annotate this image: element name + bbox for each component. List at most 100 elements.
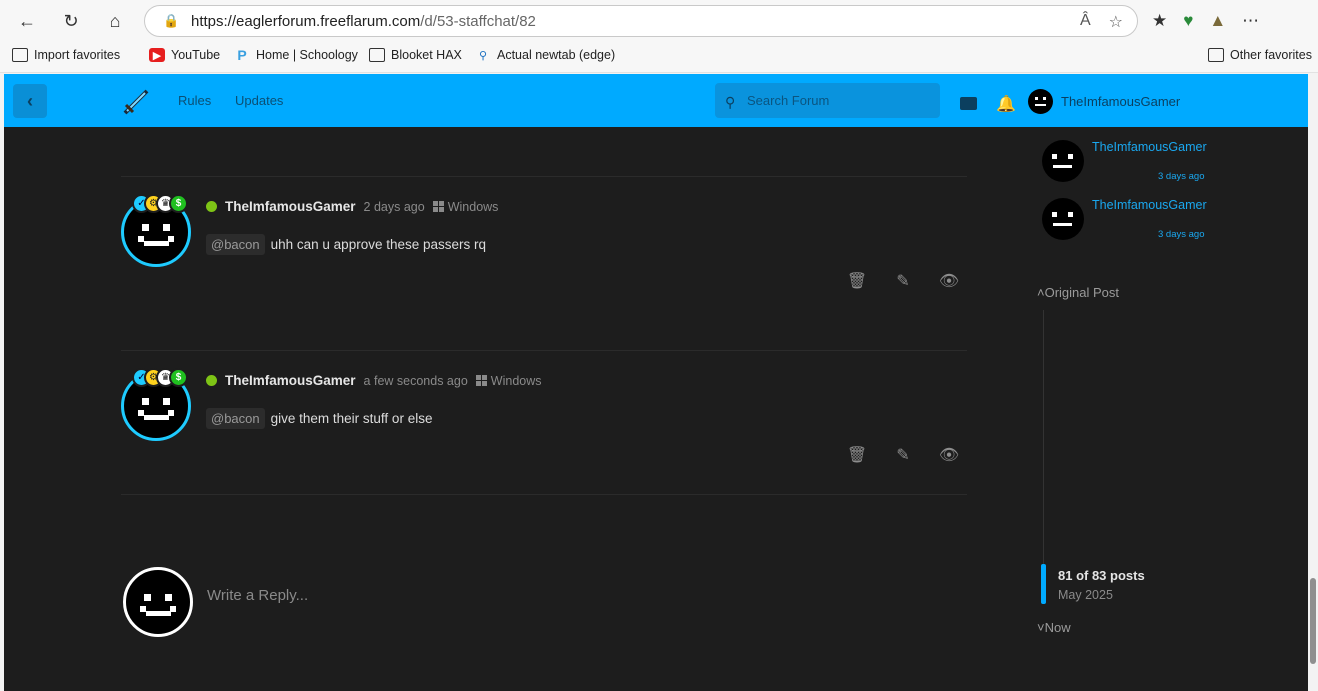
- reply-avatar: [123, 567, 193, 637]
- search-icon: ⚲: [478, 49, 488, 62]
- schoology-icon: P: [237, 47, 247, 63]
- post-text: uhh can u approve these passers rq: [270, 237, 487, 252]
- browser-health-icon[interactable]: ♥: [1183, 11, 1193, 31]
- sword-logo-icon[interactable]: [121, 87, 151, 117]
- os-label: Windows: [490, 373, 542, 388]
- post-author[interactable]: TheImfamousGamer: [225, 373, 356, 388]
- delete-icon[interactable]: 🗑: [847, 446, 867, 464]
- forum-header: ‹ Rules Updates ⚲ 🔔 TheImfamousGamer: [4, 74, 1308, 127]
- bookmark-import-favorites[interactable]: Import favorites: [12, 48, 120, 62]
- search-icon: ⚲: [725, 93, 736, 110]
- post-header: TheImfamousGamer a few seconds ago Windo…: [206, 373, 542, 388]
- home-icon[interactable]: ⌂: [100, 6, 130, 36]
- avatar[interactable]: [1042, 198, 1084, 240]
- delete-icon[interactable]: 🗑: [847, 272, 867, 290]
- now-label: Now: [1044, 620, 1071, 635]
- page-scrollbar[interactable]: [1308, 74, 1318, 691]
- online-status-icon: [206, 201, 217, 212]
- search-input[interactable]: [747, 93, 927, 108]
- folder-icon: [369, 48, 385, 62]
- post-body: @bacon give them their stuff or else: [206, 408, 432, 429]
- post-header: TheImfamousGamer 2 days ago Windows: [206, 199, 498, 214]
- divider: [121, 494, 967, 495]
- bookmark-label: Other favorites: [1230, 48, 1312, 62]
- double-chevron-down-icon: ˅: [1037, 620, 1045, 635]
- url-host: https://eaglerforum.freeflarum.com: [191, 12, 421, 30]
- url-path: /d/53-staffchat/82: [420, 12, 536, 30]
- youtube-icon: ▶: [149, 48, 165, 62]
- favorite-star-icon[interactable]: ☆: [1109, 12, 1123, 32]
- avatar[interactable]: [1042, 140, 1084, 182]
- original-post-link[interactable]: ˄Original Post: [1037, 285, 1119, 300]
- mention-link[interactable]: @bacon: [206, 408, 265, 429]
- reply-input[interactable]: Write a Reply...: [207, 587, 308, 604]
- back-arrow-icon[interactable]: ←: [12, 6, 42, 36]
- address-bar[interactable]: 🔒 https://eaglerforum.freeflarum.com/d/5…: [144, 5, 1138, 37]
- search-box[interactable]: ⚲: [715, 83, 940, 118]
- post-os: Windows: [432, 199, 499, 214]
- lock-icon: 🔒: [163, 13, 180, 28]
- read-aloud-icon[interactable]: Â: [1080, 12, 1091, 32]
- view-eye-icon[interactable]: 👁: [939, 446, 959, 464]
- scrubber-position: 81 of 83 posts: [1058, 568, 1145, 583]
- edit-pencil-icon[interactable]: ✎: [894, 446, 912, 464]
- divider: [121, 176, 967, 177]
- original-post-label: Original Post: [1044, 285, 1120, 300]
- scrollbar-thumb[interactable]: [1310, 578, 1316, 664]
- import-icon: [12, 48, 28, 62]
- chevron-left-icon: ‹: [27, 90, 33, 111]
- browser-toolbar: ← ↻ ⌂ 🔒 https://eaglerforum.freeflarum.c…: [0, 0, 1318, 42]
- bookmark-other-favorites[interactable]: Other favorites: [1208, 48, 1312, 62]
- scrubber-handle[interactable]: [1041, 564, 1046, 604]
- avatar[interactable]: [1028, 89, 1053, 114]
- more-menu-icon[interactable]: ⋯: [1242, 11, 1259, 31]
- bookmark-youtube[interactable]: ▶ YouTube: [149, 48, 220, 62]
- os-label: Windows: [447, 199, 499, 214]
- extension-icon[interactable]: ▲: [1209, 11, 1226, 31]
- sidebar-user-time: 3 days ago: [1158, 229, 1205, 240]
- bookmark-actual-newtab[interactable]: ⚲ Actual newtab (edge): [475, 48, 615, 62]
- bookmark-label: Blooket HAX: [391, 48, 462, 62]
- chat-icon[interactable]: [960, 97, 977, 110]
- windows-icon: [475, 375, 487, 386]
- post-os: Windows: [475, 373, 542, 388]
- dollar-badge-icon: $: [169, 194, 188, 213]
- scrubber-track[interactable]: [1043, 310, 1044, 564]
- bookmark-label: Actual newtab (edge): [497, 48, 616, 62]
- scrubber-date: May 2025: [1058, 588, 1113, 602]
- divider: [121, 350, 967, 351]
- bookmark-blooket-hax[interactable]: Blooket HAX: [369, 48, 462, 62]
- bookmark-label: YouTube: [171, 48, 221, 62]
- bookmark-label: Home | Schoology: [256, 48, 358, 62]
- post-actions: 🗑 ✎ 👁: [847, 272, 959, 290]
- windows-icon: [432, 201, 444, 212]
- bookmarks-bar: Import favorites ▶ YouTube P Home | Scho…: [0, 42, 1318, 73]
- forum-page: ‹ Rules Updates ⚲ 🔔 TheImfamousGamer: [4, 74, 1308, 691]
- now-link[interactable]: ˅Now: [1037, 620, 1071, 635]
- post-text: give them their stuff or else: [270, 411, 433, 426]
- notification-bell-icon[interactable]: 🔔: [996, 94, 1016, 114]
- favorites-icon[interactable]: ★: [1152, 11, 1167, 31]
- post-body: @bacon uhh can u approve these passers r…: [206, 234, 486, 255]
- online-status-icon: [206, 375, 217, 386]
- sidebar-user-name[interactable]: TheImfamousGamer: [1092, 140, 1207, 154]
- sidebar-user-time: 3 days ago: [1158, 171, 1205, 182]
- dollar-badge-icon: $: [169, 368, 188, 387]
- bookmark-label: Import favorites: [34, 48, 121, 62]
- sidebar-user-name[interactable]: TheImfamousGamer: [1092, 198, 1207, 212]
- mention-link[interactable]: @bacon: [206, 234, 265, 255]
- double-chevron-up-icon: ˄: [1037, 285, 1045, 300]
- post-actions: 🗑 ✎ 👁: [847, 446, 959, 464]
- edit-pencil-icon[interactable]: ✎: [894, 272, 912, 290]
- url-text: https://eaglerforum.freeflarum.com/d/53-…: [191, 13, 536, 30]
- nav-link-rules[interactable]: Rules: [178, 93, 211, 108]
- refresh-icon[interactable]: ↻: [56, 6, 86, 36]
- post-time[interactable]: 2 days ago: [364, 200, 425, 214]
- header-username[interactable]: TheImfamousGamer: [1061, 94, 1180, 109]
- nav-link-updates[interactable]: Updates: [235, 93, 283, 108]
- view-eye-icon[interactable]: 👁: [939, 272, 959, 290]
- post-author[interactable]: TheImfamousGamer: [225, 199, 356, 214]
- back-button[interactable]: ‹: [13, 84, 47, 118]
- bookmark-schoology[interactable]: P Home | Schoology: [234, 47, 358, 63]
- post-time[interactable]: a few seconds ago: [364, 374, 468, 388]
